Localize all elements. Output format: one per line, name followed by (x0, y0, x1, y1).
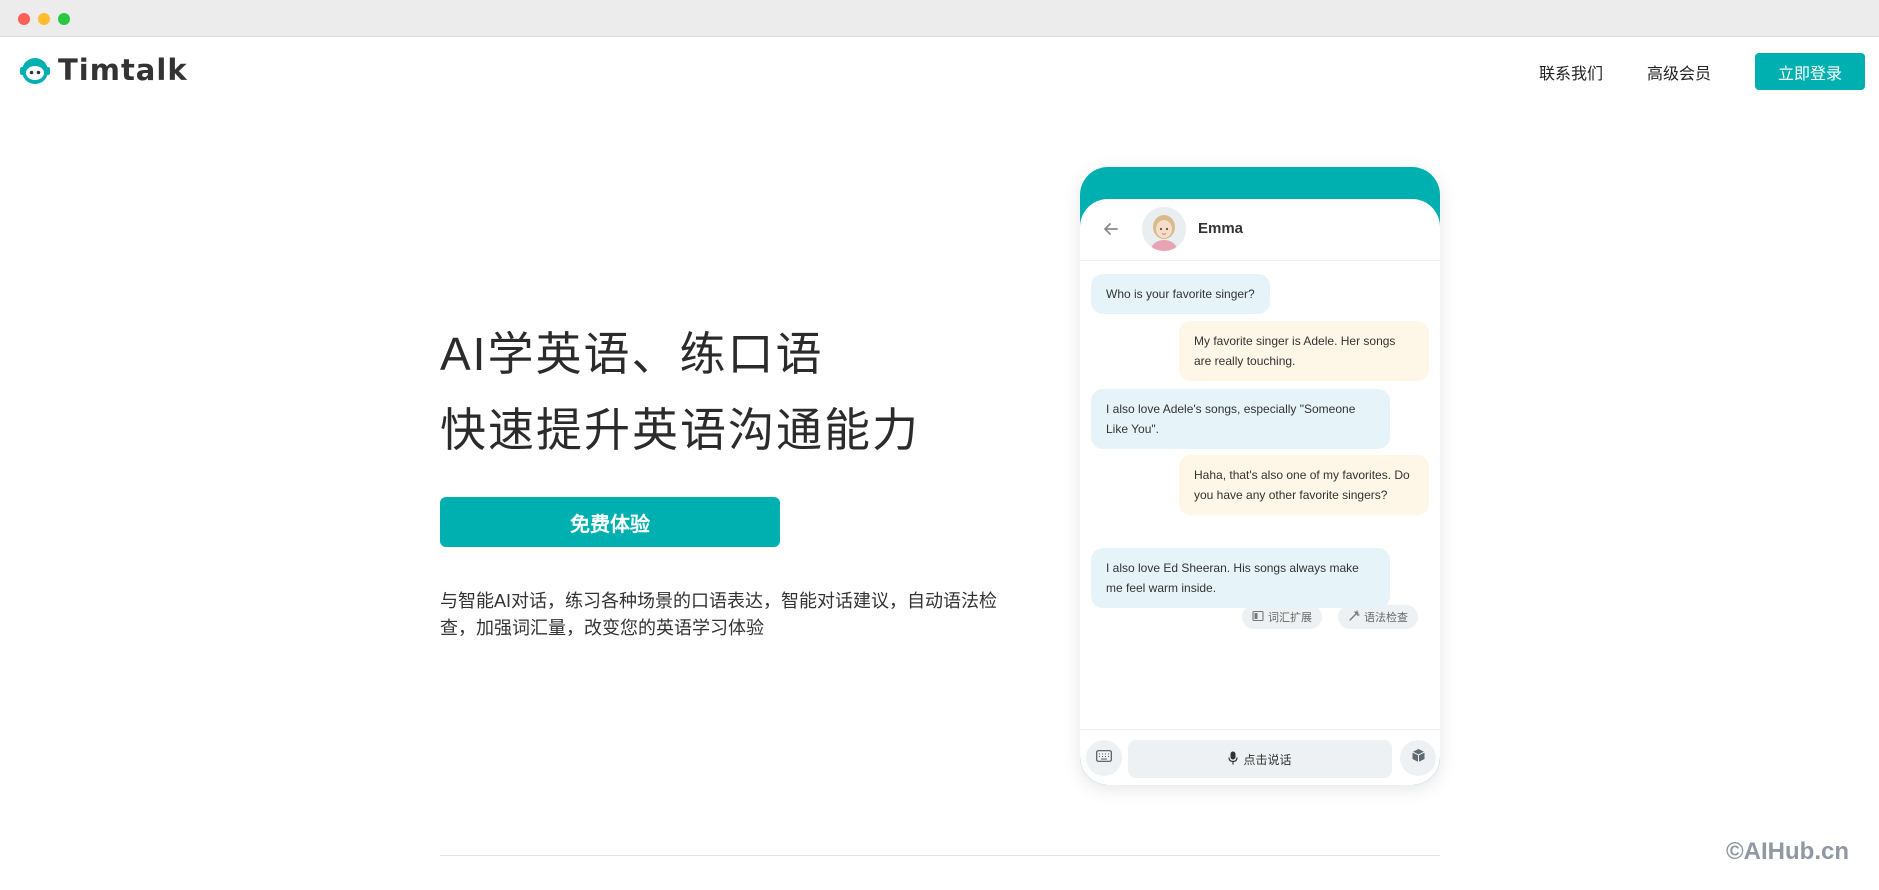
chat-message-ai: I also love Ed Sheeran. His songs always… (1091, 548, 1390, 608)
scene-box-button[interactable] (1400, 740, 1436, 776)
microphone-icon (1228, 751, 1239, 768)
robot-logo-icon (18, 53, 52, 87)
tap-to-speak-button[interactable]: 点击说话 (1128, 740, 1392, 778)
grammar-label: 语法检查 (1364, 612, 1408, 624)
keyboard-icon (1096, 749, 1112, 767)
maximize-window-button[interactable] (58, 13, 70, 25)
chat-message-ai: Who is your favorite singer? (1091, 274, 1270, 314)
chat-message-user: Haha, that's also one of my favorites. D… (1179, 455, 1429, 515)
grammar-icon (1348, 609, 1360, 625)
section-divider (440, 855, 1440, 856)
login-button[interactable]: 立即登录 (1755, 53, 1865, 90)
grammar-check-button[interactable]: 语法检查 (1338, 605, 1418, 629)
vocab-expand-button[interactable]: 词汇扩展 (1242, 605, 1322, 629)
speak-label: 点击说话 (1243, 752, 1292, 767)
keyboard-button[interactable] (1086, 740, 1122, 776)
free-trial-button[interactable]: 免费体验 (440, 497, 780, 547)
watermark-text: ©AIHub.cn (1725, 838, 1849, 865)
hero-title-line2: 快速提升英语沟通能力 (440, 404, 920, 456)
vocab-label: 词汇扩展 (1268, 612, 1312, 624)
chat-message-user: My favorite singer is Adele. Her songs a… (1179, 321, 1429, 381)
chat-header: Emma (1080, 199, 1440, 261)
window-titlebar (0, 0, 1879, 37)
close-window-button[interactable] (18, 13, 30, 25)
chat-message-ai: I also love Adele's songs, especially "S… (1091, 389, 1390, 449)
nav-contact-link[interactable]: 联系我们 (1539, 60, 1603, 84)
emma-avatar (1142, 207, 1186, 251)
hero-description: 与智能AI对话，练习各种场景的口语表达，智能对话建议，自动语法检查，加强词汇量，… (440, 591, 998, 638)
box-icon (1411, 748, 1426, 768)
minimize-window-button[interactable] (38, 13, 50, 25)
nav-premium-link[interactable]: 高级会员 (1647, 60, 1711, 84)
chat-contact-name: Emma (1198, 220, 1244, 237)
chat-input-bar: 点击说话 (1080, 729, 1440, 785)
brand-logo[interactable]: Timtalk (18, 52, 188, 88)
chat-screen: Emma Who is your favorite singer? My fav… (1080, 199, 1440, 785)
top-nav: 联系我们 高级会员 立即登录 (1539, 53, 1865, 90)
phone-mockup: Emma Who is your favorite singer? My fav… (1080, 167, 1440, 785)
back-arrow-icon[interactable] (1101, 219, 1121, 239)
vocab-icon (1252, 610, 1264, 625)
brand-name: Timtalk (58, 53, 188, 87)
hero-title-line1: AI学英语、练口语 (440, 328, 824, 380)
